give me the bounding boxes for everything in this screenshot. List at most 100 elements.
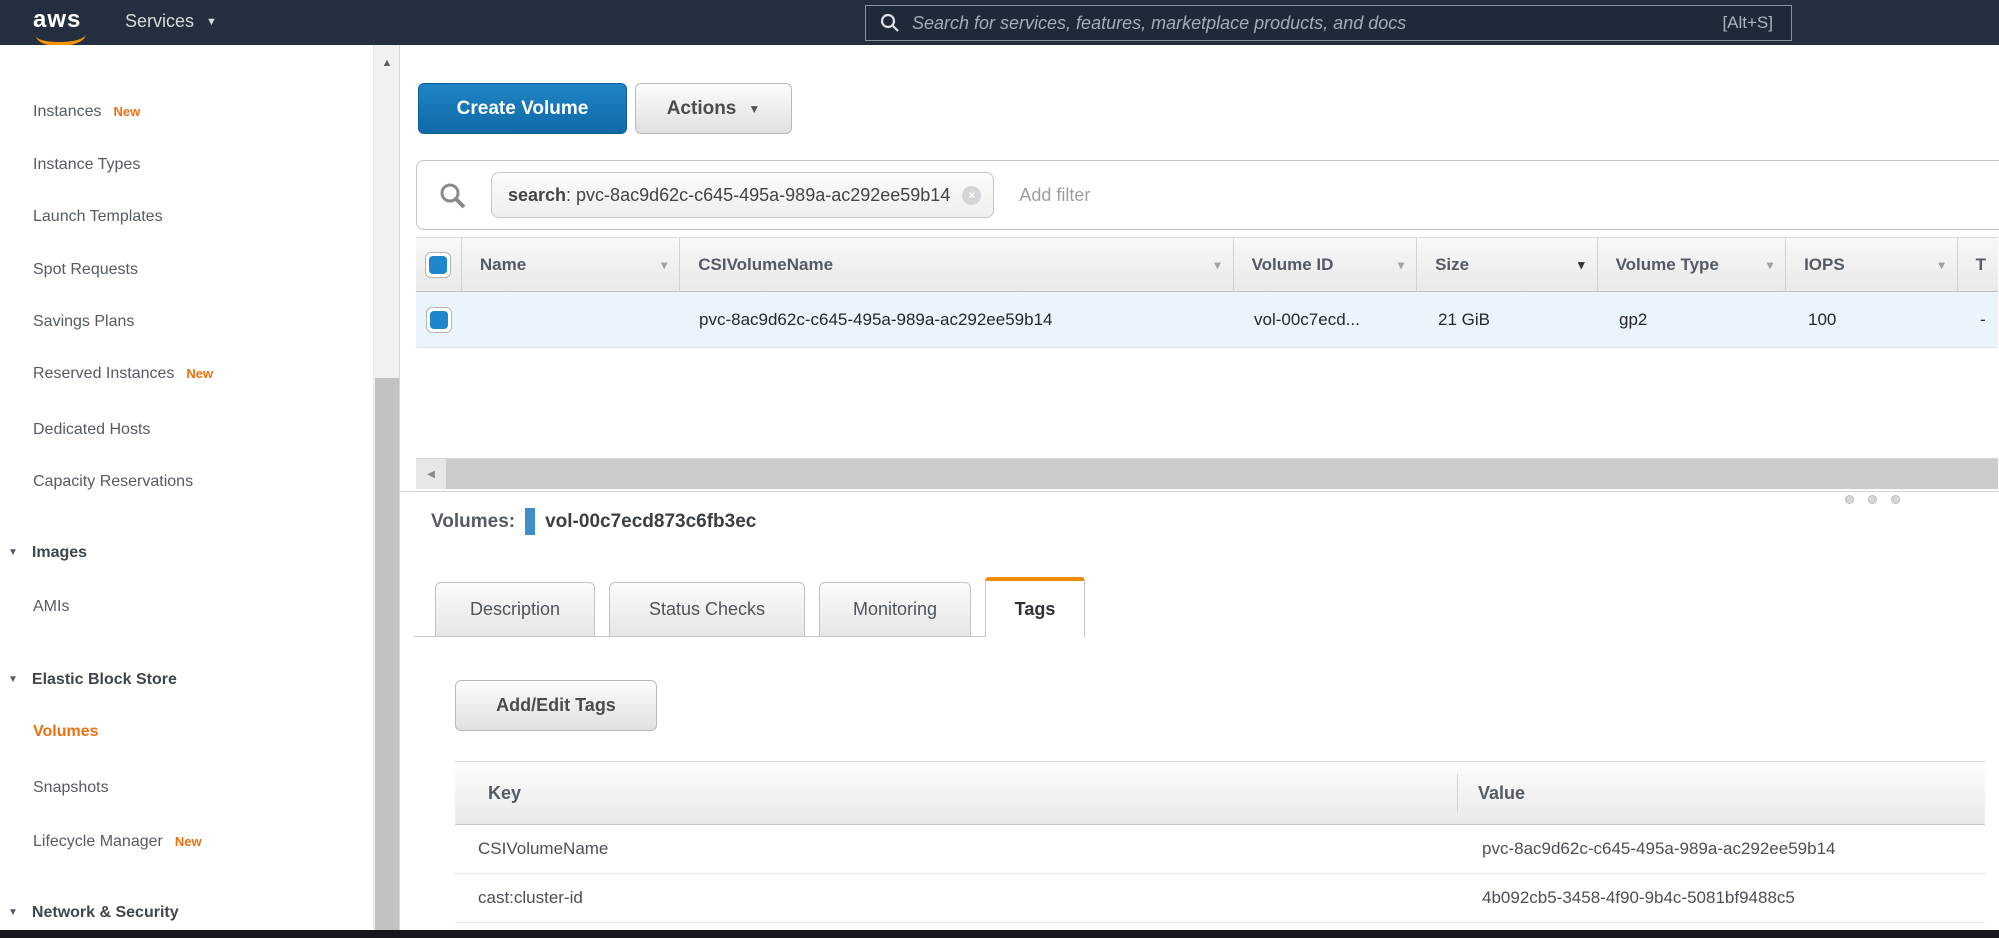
sidebar-item-capacity-reservations[interactable]: Capacity Reservations xyxy=(33,470,193,494)
horizontal-scrollbar[interactable]: ◀ xyxy=(416,458,1998,489)
column-header-iops[interactable]: IOPS ▾ xyxy=(1786,238,1958,291)
panel-divider xyxy=(400,491,1999,492)
sidebar-item-launch-templates[interactable]: Launch Templates xyxy=(33,205,163,229)
new-badge: New xyxy=(175,830,202,854)
main-content: Create Volume Actions ▼ search : pvc-8ac… xyxy=(400,45,1999,930)
tab-status-checks[interactable]: Status Checks xyxy=(609,582,805,637)
sidebar-item-volumes[interactable]: Volumes xyxy=(33,720,99,744)
tab-description[interactable]: Description xyxy=(435,582,595,637)
select-all-checkbox[interactable] xyxy=(416,238,462,291)
cell-volume-id: vol-00c7ecd... xyxy=(1236,292,1420,347)
sidebar-item-lifecycle-manager[interactable]: Lifecycle Manager New xyxy=(33,830,202,854)
checkbox-checked-fill xyxy=(429,256,447,274)
sidebar-item-label: Instance Types xyxy=(33,153,140,177)
search-icon xyxy=(439,182,466,209)
sidebar-item-instances[interactable]: Instances New xyxy=(33,100,140,124)
detail-tabs: Description Status Checks Monitoring Tag… xyxy=(435,577,1085,637)
services-label: Services xyxy=(125,11,194,32)
add-filter-input[interactable]: Add filter xyxy=(1019,185,1090,206)
remove-filter-icon[interactable]: × xyxy=(962,186,981,205)
cell-volume-type: gp2 xyxy=(1601,292,1790,347)
sort-caret-icon: ▾ xyxy=(1398,258,1404,272)
sidebar-item-label: Instances xyxy=(33,100,101,124)
sidebar-section-label: Images xyxy=(32,541,87,565)
column-header-volume-id[interactable]: Volume ID ▾ xyxy=(1234,238,1418,291)
sidebar-item-savings-plans[interactable]: Savings Plans xyxy=(33,310,134,334)
sort-caret-icon: ▾ xyxy=(1578,257,1585,273)
tag-value: 4b092cb5-3458-4f90-9b4c-5081bf9488c5 xyxy=(1457,874,1985,922)
tag-value: pvc-8ac9d62c-c645-495a-989a-ac292ee59b14 xyxy=(1457,825,1985,873)
table-row-selected[interactable]: pvc-8ac9d62c-c645-495a-989a-ac292ee59b14… xyxy=(416,292,1998,348)
column-label: CSIVolumeName xyxy=(698,255,833,275)
aws-logo-smile xyxy=(36,30,86,46)
sidebar-section-elastic-block-store[interactable]: ▼ Elastic Block Store xyxy=(8,668,177,692)
filter-token-value: : pvc-8ac9d62c-c645-495a-989a-ac292ee59b… xyxy=(566,185,950,206)
filter-bar[interactable]: search : pvc-8ac9d62c-c645-495a-989a-ac2… xyxy=(416,160,1999,230)
volumes-table: Name ▾ CSIVolumeName ▾ Volume ID ▾ Size … xyxy=(416,237,1998,348)
sort-caret-icon: ▾ xyxy=(1215,258,1221,272)
column-label: Volume ID xyxy=(1252,255,1334,275)
sidebar-item-spot-requests[interactable]: Spot Requests xyxy=(33,258,138,282)
column-divider xyxy=(1457,774,1458,812)
tag-key: cast:cluster-id xyxy=(455,874,1457,922)
add-edit-tags-button[interactable]: Add/Edit Tags xyxy=(455,680,657,731)
selection-bar xyxy=(525,508,535,535)
actions-button[interactable]: Actions ▼ xyxy=(635,83,792,134)
bottom-bar xyxy=(0,930,1999,938)
filter-token[interactable]: search : pvc-8ac9d62c-c645-495a-989a-ac2… xyxy=(491,172,994,218)
sidebar-item-label: Launch Templates xyxy=(33,205,163,229)
sidebar-item-instance-types[interactable]: Instance Types xyxy=(33,153,140,177)
cell-name xyxy=(462,292,681,347)
section-collapse-icon: ▼ xyxy=(8,541,18,565)
tab-monitoring[interactable]: Monitoring xyxy=(819,582,971,637)
sort-caret-icon: ▾ xyxy=(1767,258,1773,272)
cell-size: 21 GiB xyxy=(1420,292,1601,347)
sidebar-item-dedicated-hosts[interactable]: Dedicated Hosts xyxy=(33,418,150,442)
volumes-table-header: Name ▾ CSIVolumeName ▾ Volume ID ▾ Size … xyxy=(416,237,1998,292)
sidebar-item-snapshots[interactable]: Snapshots xyxy=(33,776,109,800)
column-header-volume-type[interactable]: Volume Type ▾ xyxy=(1598,238,1786,291)
global-search-input[interactable]: Search for services, features, marketpla… xyxy=(865,5,1792,41)
horizontal-scrollbar-track[interactable] xyxy=(446,459,1998,489)
tags-value-header-label: Value xyxy=(1478,783,1525,804)
detail-panel-title: Volumes: vol-00c7ecd873c6fb3ec xyxy=(431,508,756,535)
column-header-name[interactable]: Name ▾ xyxy=(462,238,680,291)
new-badge: New xyxy=(186,362,213,386)
vertical-scrollbar[interactable]: ▲ xyxy=(373,45,400,930)
sidebar-item-reserved-instances[interactable]: Reserved Instances New xyxy=(33,362,213,386)
sidebar-item-amis[interactable]: AMIs xyxy=(33,595,69,619)
row-checkbox[interactable] xyxy=(416,292,462,347)
section-collapse-icon: ▼ xyxy=(8,901,18,925)
column-header-truncated[interactable]: T xyxy=(1958,238,1998,291)
sidebar-item-label: Reserved Instances xyxy=(33,362,174,386)
sidebar-section-label: Elastic Block Store xyxy=(32,668,177,692)
chevron-down-icon: ▼ xyxy=(748,102,760,116)
search-placeholder: Search for services, features, marketpla… xyxy=(912,13,1406,34)
sidebar-item-label: Capacity Reservations xyxy=(33,470,193,494)
create-volume-button[interactable]: Create Volume xyxy=(418,83,627,134)
column-header-size[interactable]: Size ▾ xyxy=(1417,238,1598,291)
top-nav-bar: aws Services ▼ Search for services, feat… xyxy=(0,0,1999,45)
tab-tags[interactable]: Tags xyxy=(985,577,1085,637)
scroll-left-arrow-icon[interactable]: ◀ xyxy=(416,459,446,489)
sidebar-item-label: Dedicated Hosts xyxy=(33,418,150,442)
sidebar-item-label: Volumes xyxy=(33,720,99,744)
sidebar-item-label: Savings Plans xyxy=(33,310,134,334)
vertical-scrollbar-thumb[interactable] xyxy=(375,378,400,930)
cell-csi-volume-name: pvc-8ac9d62c-c645-495a-989a-ac292ee59b14 xyxy=(681,292,1236,347)
panel-resize-handle[interactable] xyxy=(1845,495,1900,504)
sidebar-item-label: AMIs xyxy=(33,595,69,619)
selected-volume-id: vol-00c7ecd873c6fb3ec xyxy=(545,511,756,533)
tags-table: Key Value CSIVolumeName pvc-8ac9d62c-c64… xyxy=(455,761,1985,923)
sidebar-section-images[interactable]: ▼ Images xyxy=(8,541,87,565)
column-header-csivolumename[interactable]: CSIVolumeName ▾ xyxy=(680,238,1233,291)
column-label: Volume Type xyxy=(1616,255,1719,275)
table-row: cast:cluster-id 4b092cb5-3458-4f90-9b4c-… xyxy=(455,874,1985,923)
column-label: Size xyxy=(1435,255,1469,275)
column-label: IOPS xyxy=(1804,255,1845,275)
tags-table-header: Key Value xyxy=(455,761,1985,825)
services-menu[interactable]: Services ▼ xyxy=(125,11,217,32)
scroll-up-arrow-icon[interactable]: ▲ xyxy=(374,57,400,69)
sidebar-section-network-security[interactable]: ▼ Network & Security xyxy=(8,901,179,925)
tags-key-header: Key xyxy=(455,762,1457,824)
